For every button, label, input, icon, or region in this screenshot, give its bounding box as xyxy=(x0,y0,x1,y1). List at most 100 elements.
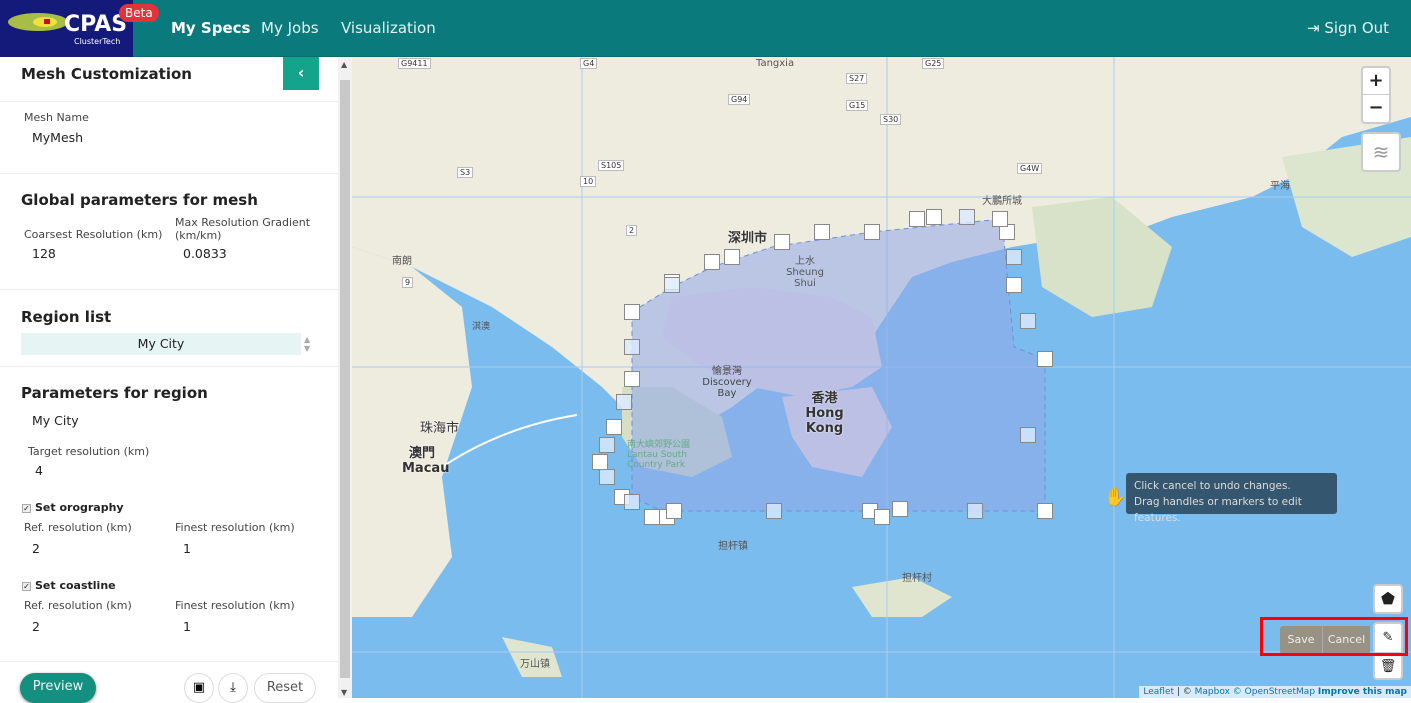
vertex-handle[interactable] xyxy=(592,454,608,470)
vertex-handle[interactable] xyxy=(624,304,640,320)
improve-map-link[interactable]: Improve this map xyxy=(1318,687,1407,697)
coarsest-label: Coarsest Resolution (km) xyxy=(24,228,163,241)
road-label: S3 xyxy=(457,167,474,178)
map-label: Tangxia xyxy=(756,58,795,69)
map-label: 澳門 Macau xyxy=(402,446,450,476)
sign-out-link[interactable]: ⇥ Sign Out xyxy=(1307,19,1389,37)
map-label: 深圳市 xyxy=(728,231,768,246)
vertex-handle[interactable] xyxy=(1006,249,1022,265)
vertex-handle[interactable] xyxy=(606,419,622,435)
coast-ref-input[interactable]: 2 xyxy=(32,619,40,634)
tooltip-line: Drag handles or markers to edit features… xyxy=(1134,496,1302,524)
vertex-handle[interactable] xyxy=(624,339,640,355)
hand-cursor-icon: ✋ xyxy=(1104,487,1127,508)
vertex-handle[interactable] xyxy=(666,503,682,519)
vertex-handle[interactable] xyxy=(926,209,942,225)
vertex-handle[interactable] xyxy=(1020,427,1036,443)
vertex-handle[interactable] xyxy=(774,234,790,250)
vertex-handle[interactable] xyxy=(1037,351,1053,367)
nav-my-specs[interactable]: My Specs xyxy=(171,19,250,37)
region-select[interactable]: My City xyxy=(21,333,301,355)
vertex-handle[interactable] xyxy=(814,224,830,240)
coast-ref-label: Ref. resolution (km) xyxy=(24,599,132,612)
oro-ref-label: Ref. resolution (km) xyxy=(24,521,132,534)
map-label: 担杆村 xyxy=(902,573,932,584)
zoom-in-button[interactable]: + xyxy=(1363,68,1389,95)
scroll-up-icon[interactable]: ▲ xyxy=(341,60,347,69)
map-label: 南朗 xyxy=(392,256,412,267)
vertex-handle[interactable] xyxy=(967,503,983,519)
draw-polygon-button[interactable]: ⬟ xyxy=(1373,584,1403,614)
vertex-handle[interactable] xyxy=(1006,277,1022,293)
vertex-handle[interactable] xyxy=(644,509,660,525)
nav-visualization[interactable]: Visualization xyxy=(341,19,436,37)
vertex-handle[interactable] xyxy=(616,394,632,410)
chevron-left-icon: ‹ xyxy=(297,63,305,82)
highlight-box xyxy=(1260,617,1408,656)
tooltip-line: Click cancel to undo changes. xyxy=(1134,480,1291,492)
osm-link[interactable]: © OpenStreetMap xyxy=(1233,687,1315,697)
preview-button[interactable]: Preview xyxy=(20,673,96,703)
vertex-handle[interactable] xyxy=(624,371,640,387)
vertex-handle[interactable] xyxy=(704,254,720,270)
layers-button[interactable]: ≋ xyxy=(1361,132,1401,172)
gradient-label: Max Resolution Gradient (km/km) xyxy=(175,216,311,242)
map-label: 平海 xyxy=(1270,181,1290,192)
coastline-checkbox[interactable]: ✓ Set coastline xyxy=(22,579,116,592)
map-label: 愉景灣 Discovery Bay xyxy=(702,366,752,399)
region-list-title: Region list xyxy=(21,308,112,326)
delete-layers-button[interactable]: 🗑 xyxy=(1375,653,1401,681)
map-tiles xyxy=(352,57,1411,698)
reset-button[interactable]: Reset xyxy=(254,673,316,703)
collapse-panel-button[interactable]: ‹ xyxy=(283,57,319,90)
save-spec-button[interactable]: ▣ xyxy=(184,673,214,703)
vertex-handle[interactable] xyxy=(766,503,782,519)
trash-icon: 🗑 xyxy=(1379,659,1397,674)
map-label: 珠海市 xyxy=(420,421,460,436)
nav-my-jobs[interactable]: My Jobs xyxy=(261,19,319,37)
target-resolution-label: Target resolution (km) xyxy=(28,445,150,458)
target-resolution-input[interactable]: 4 xyxy=(35,463,43,478)
map-attribution: Leaflet | © Mapbox © OpenStreetMap Impro… xyxy=(1139,686,1411,698)
vertex-handle[interactable] xyxy=(724,249,740,265)
scrollbar-thumb[interactable] xyxy=(340,80,350,678)
coarsest-input[interactable]: 128 xyxy=(32,246,56,261)
road-label: S30 xyxy=(880,114,902,125)
divider xyxy=(0,366,338,367)
sign-out-label: Sign Out xyxy=(1324,19,1390,37)
road-label: 10 xyxy=(580,176,597,187)
vertex-handle[interactable] xyxy=(874,509,890,525)
vertex-handle[interactable] xyxy=(864,224,880,240)
vertex-handle[interactable] xyxy=(624,494,640,510)
scroll-down-icon[interactable]: ▼ xyxy=(341,688,347,697)
coast-finest-label: Finest resolution (km) xyxy=(175,599,295,612)
map-view[interactable]: Tangxia 深圳市 上水 Sheung Shui 愉景灣 Discovery… xyxy=(352,57,1411,698)
vertex-handle[interactable] xyxy=(909,211,925,227)
layers-icon: ≋ xyxy=(1372,140,1390,164)
global-params-title: Global parameters for mesh xyxy=(21,191,258,209)
vertex-handle[interactable] xyxy=(1037,503,1053,519)
oro-finest-input[interactable]: 1 xyxy=(183,541,191,556)
vertex-handle[interactable] xyxy=(599,437,615,453)
oro-ref-input[interactable]: 2 xyxy=(32,541,40,556)
vertex-handle[interactable] xyxy=(599,469,615,485)
vertex-handle[interactable] xyxy=(959,209,975,225)
mesh-name-input[interactable]: MyMesh xyxy=(32,130,83,145)
leaflet-link[interactable]: Leaflet xyxy=(1143,687,1174,697)
cpas-logo[interactable]: CPAS ClusterTech xyxy=(0,0,133,57)
road-label: 2 xyxy=(626,225,638,236)
region-name-input[interactable]: My City xyxy=(32,413,79,428)
vertex-handle[interactable] xyxy=(892,501,908,517)
orography-checkbox[interactable]: ✓ Set orography xyxy=(22,501,124,514)
coast-finest-input[interactable]: 1 xyxy=(183,619,191,634)
map-label: 香港 Hong Kong xyxy=(805,391,844,436)
divider xyxy=(0,101,338,102)
mapbox-link[interactable]: Mapbox xyxy=(1195,687,1230,697)
vertex-handle[interactable] xyxy=(1020,313,1036,329)
vertex-handle[interactable] xyxy=(992,211,1008,227)
vertex-handle[interactable] xyxy=(664,277,680,293)
download-button[interactable]: ⤓ xyxy=(218,673,248,703)
select-arrows-icon[interactable]: ▲ ▼ xyxy=(304,335,310,353)
zoom-out-button[interactable]: − xyxy=(1363,95,1389,121)
gradient-input[interactable]: 0.0833 xyxy=(183,246,227,261)
